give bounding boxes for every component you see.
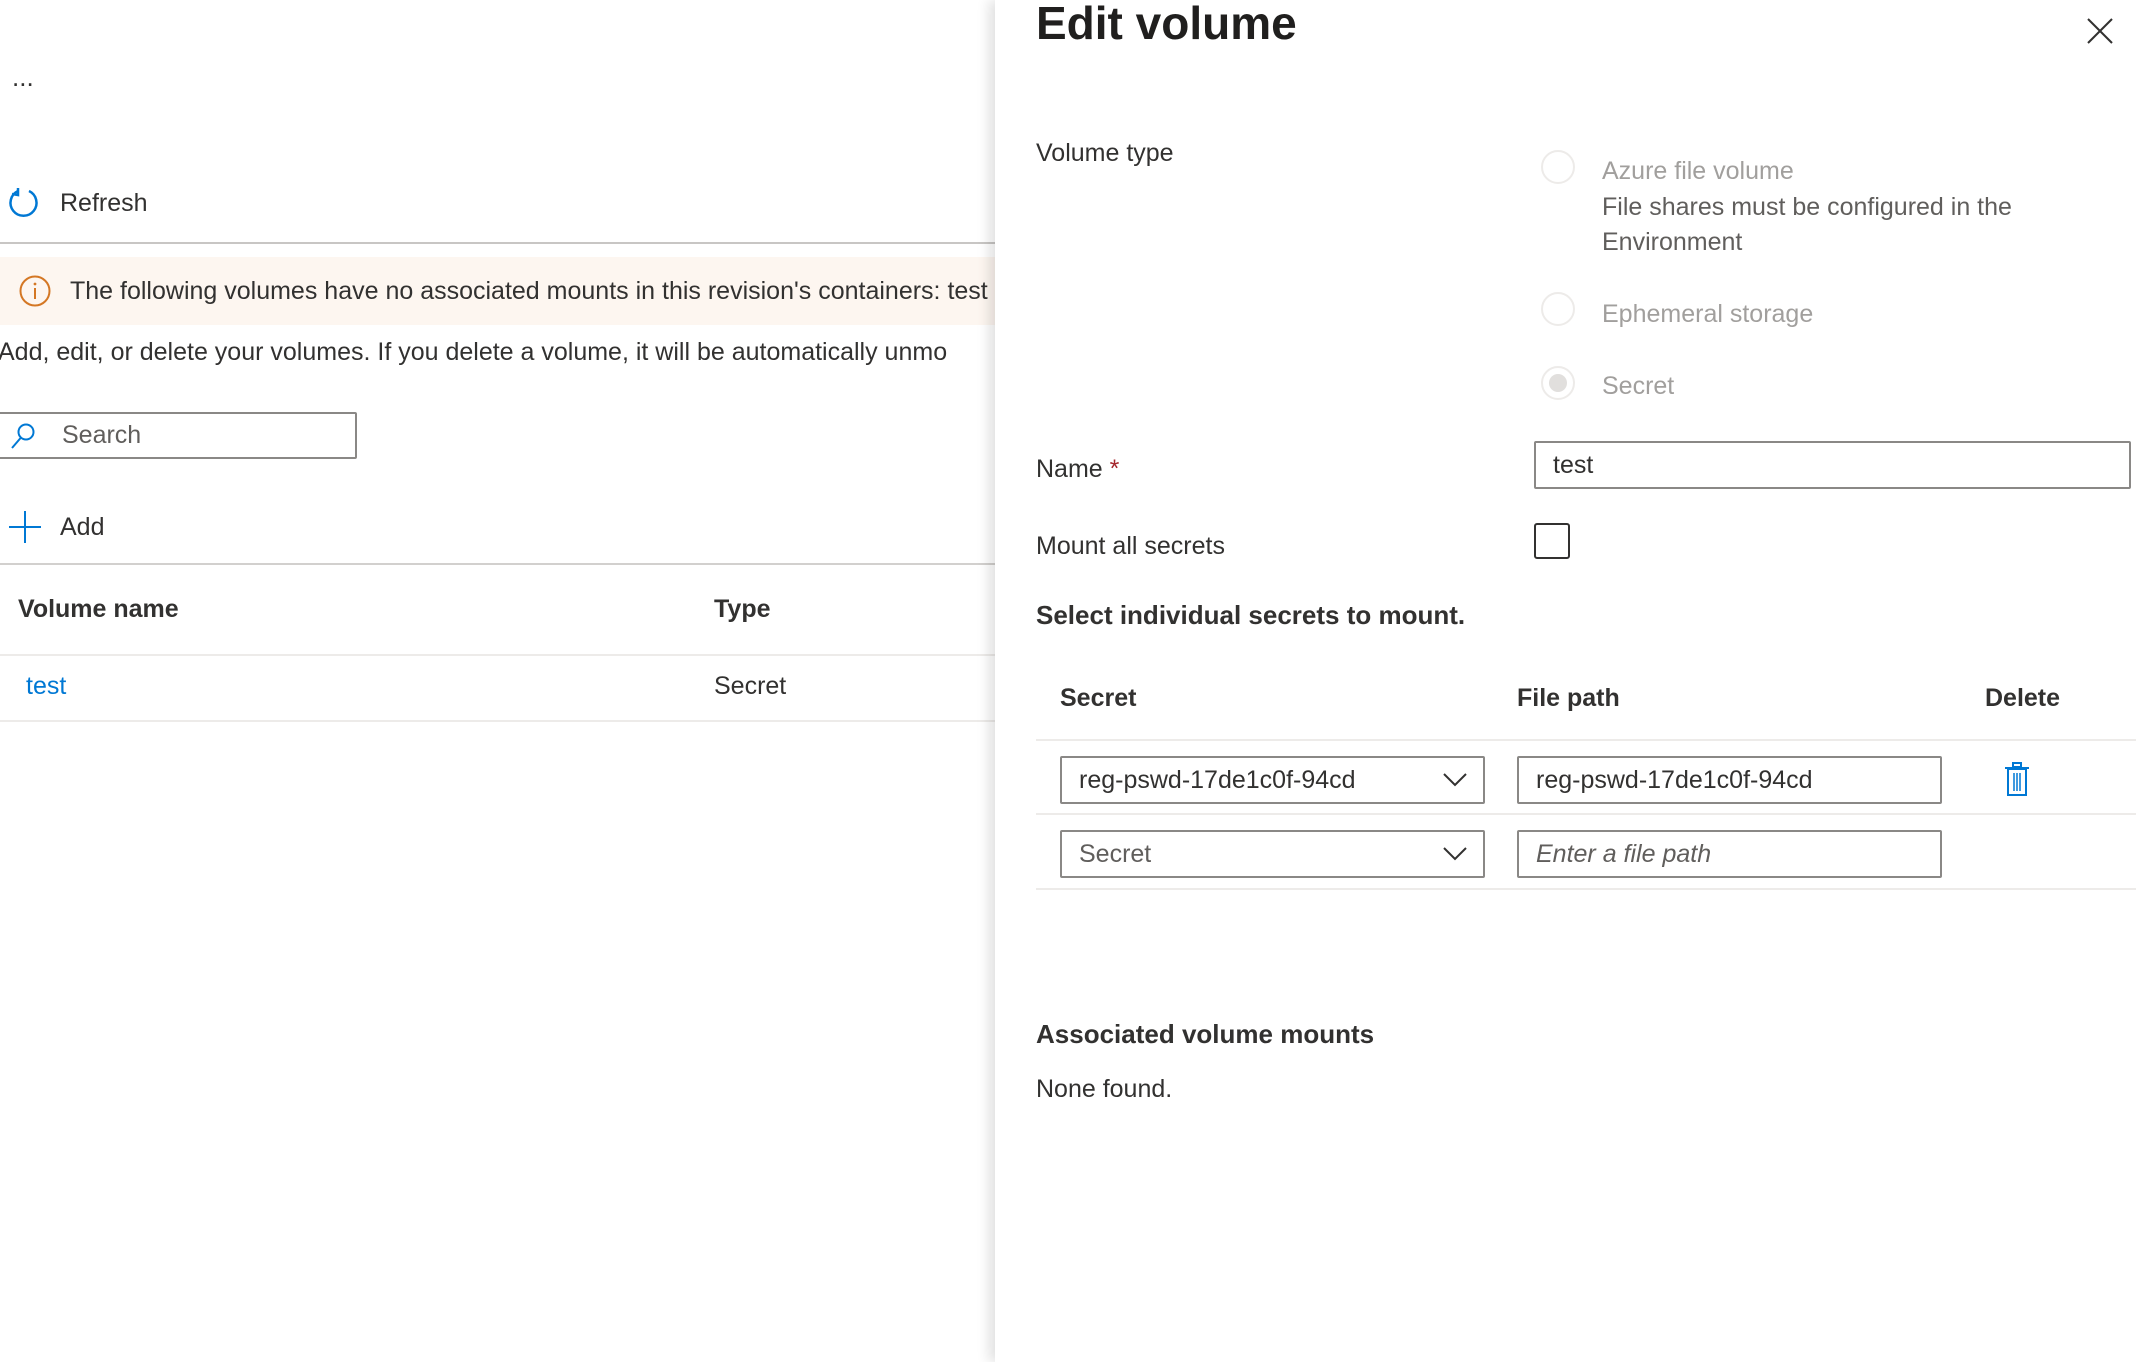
column-header-volume-name[interactable]: Volume name <box>18 595 179 624</box>
column-header-file-path: File path <box>1517 684 1620 712</box>
column-header-type[interactable]: Type <box>714 595 771 624</box>
secret-dropdown-placeholder: Secret <box>1079 839 1152 868</box>
search-icon <box>11 423 35 449</box>
search-input[interactable]: Search <box>0 412 357 459</box>
refresh-button[interactable]: Refresh <box>8 186 148 220</box>
ephemeral-storage-label: Ephemeral storage <box>1602 300 1814 328</box>
add-label: Add <box>60 512 105 541</box>
warning-banner: The following volumes have no associated… <box>0 257 995 325</box>
volume-type-cell: Secret <box>714 672 787 700</box>
mount-all-secrets-label: Mount all secrets <box>1036 532 1225 560</box>
associated-mounts-heading: Associated volume mounts <box>1036 1019 1375 1049</box>
plus-icon <box>9 511 41 543</box>
column-header-delete: Delete <box>1985 684 2061 712</box>
azure-note-line2: Environment <box>1602 228 1743 256</box>
radio-ephemeral-storage[interactable] <box>1541 292 1575 326</box>
add-button[interactable]: Add <box>8 510 104 544</box>
column-header-secret: Secret <box>1060 684 1137 712</box>
close-icon[interactable] <box>2087 18 2113 44</box>
name-input[interactable]: test <box>1534 441 2131 489</box>
mount-all-secrets-checkbox[interactable] <box>1534 523 1570 559</box>
radio-secret-dot <box>1549 374 1567 392</box>
file-path-placeholder: Enter a file path <box>1536 839 1712 868</box>
volumes-pane: ... Refresh The following volumes have n… <box>0 0 995 1362</box>
secret-dropdown-value: reg-pswd-17de1c0f-94cd <box>1079 765 1356 794</box>
azure-file-volume-label: Azure file volume <box>1602 157 1794 185</box>
volume-name-link[interactable]: test <box>26 672 66 701</box>
refresh-icon <box>9 188 38 218</box>
name-label: Name * <box>1036 455 1119 484</box>
azure-note-line1: File shares must be configured in the <box>1602 193 2012 221</box>
description-text: Add, edit, or delete your volumes. If yo… <box>0 338 948 366</box>
name-value: test <box>1553 450 1594 479</box>
info-icon <box>19 275 51 307</box>
file-path-input[interactable]: Enter a file path <box>1517 830 1942 878</box>
chevron-down-icon <box>1443 773 1467 787</box>
required-mark: * <box>1109 455 1120 483</box>
secret-dropdown[interactable]: reg-pswd-17de1c0f-94cd <box>1060 756 1485 804</box>
radio-azure-file-volume[interactable] <box>1541 150 1575 184</box>
panel-title: Edit volume <box>1036 0 1297 49</box>
search-placeholder: Search <box>62 421 142 449</box>
file-path-input[interactable]: reg-pswd-17de1c0f-94cd <box>1517 756 1942 804</box>
secret-type-label: Secret <box>1602 372 1675 400</box>
delete-trash-icon[interactable] <box>2004 762 2030 796</box>
name-label-text: Name <box>1036 455 1103 483</box>
chevron-down-icon <box>1443 847 1467 861</box>
more-options-button[interactable]: ... <box>12 62 34 93</box>
volume-type-label: Volume type <box>1036 139 1174 167</box>
file-path-value: reg-pswd-17de1c0f-94cd <box>1536 765 1813 794</box>
select-secrets-heading: Select individual secrets to mount. <box>1036 600 1466 630</box>
radio-secret[interactable] <box>1541 366 1575 400</box>
associated-mounts-value: None found. <box>1036 1075 1173 1103</box>
edit-volume-panel: Edit volume Volume type Azure file volum… <box>995 0 2154 1362</box>
banner-text: The following volumes have no associated… <box>70 276 988 305</box>
secret-dropdown[interactable]: Secret <box>1060 830 1485 878</box>
refresh-label: Refresh <box>60 188 148 217</box>
